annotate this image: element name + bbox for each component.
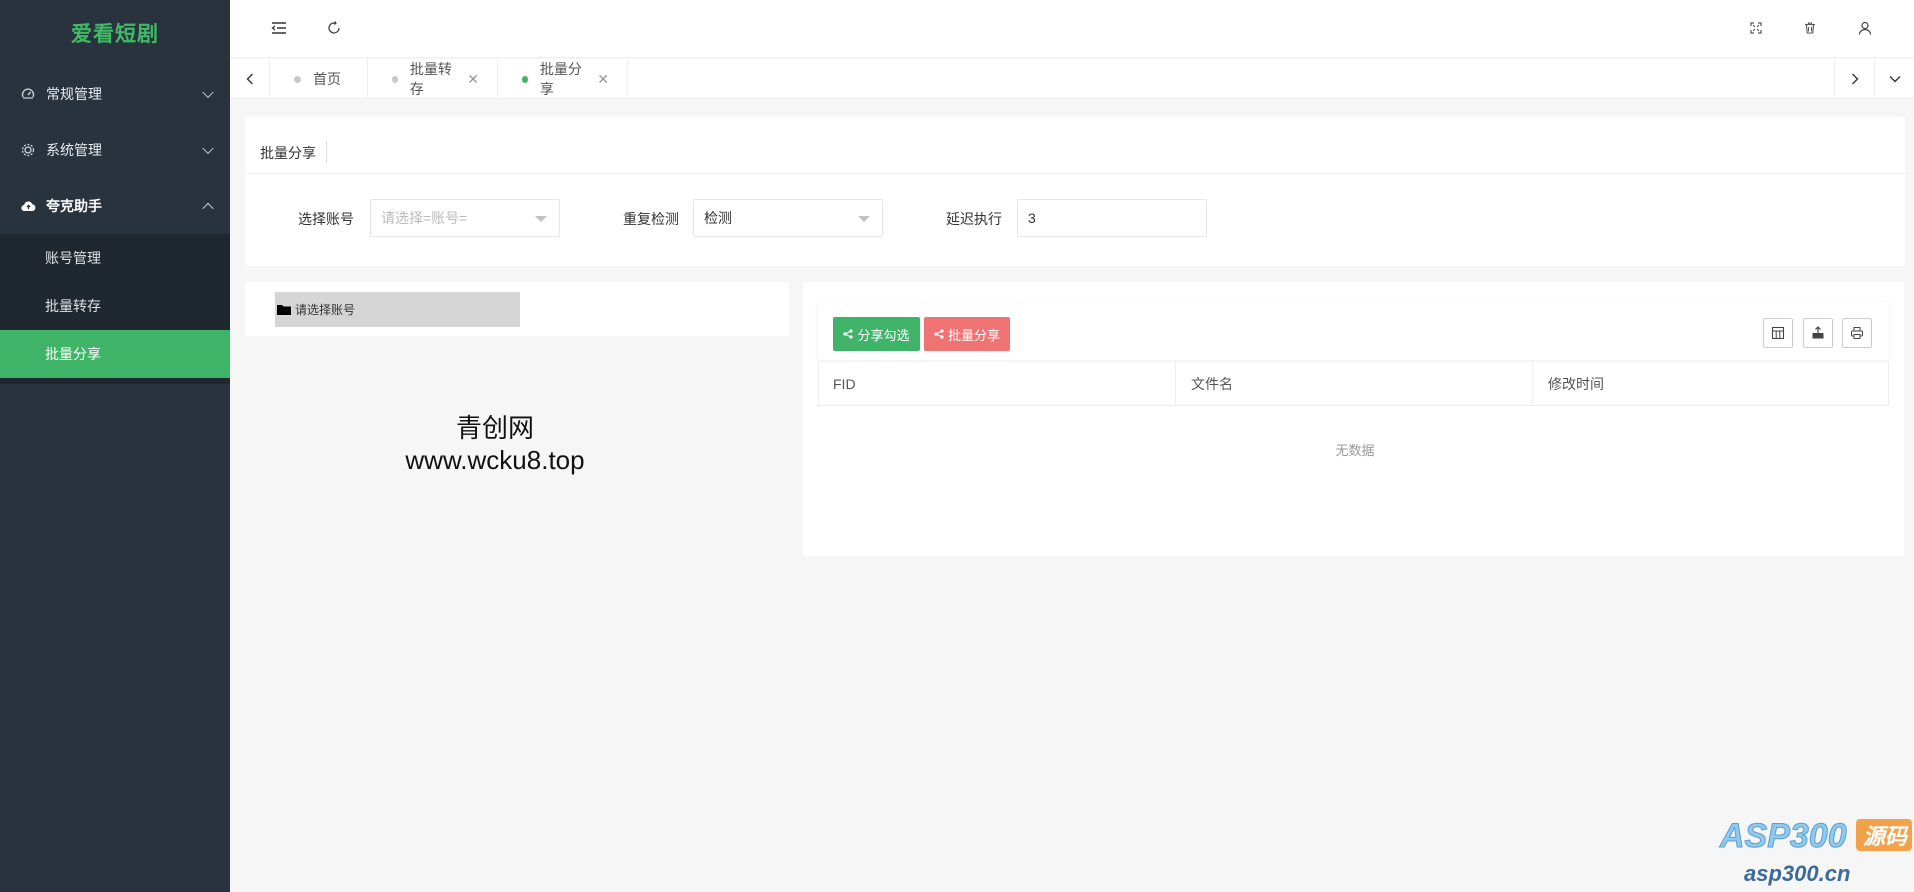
print-button[interactable] <box>1842 318 1872 348</box>
tree-node-label: 请选择账号 <box>295 303 356 317</box>
dup-check-label: 重复检测 <box>623 211 679 227</box>
top-header <box>230 0 1914 58</box>
column-header-fid[interactable]: FID <box>818 362 1176 406</box>
refresh-icon[interactable] <box>323 17 345 39</box>
export-icon <box>1812 326 1824 339</box>
page-title: 批量分享 <box>260 145 316 161</box>
sidebar-group-label: 系统管理 <box>46 142 102 158</box>
close-icon[interactable]: ✕ <box>597 71 609 88</box>
share-selected-label: 分享勾选 <box>857 327 910 343</box>
batch-share-button[interactable]: 批量分享 <box>924 317 1010 351</box>
sidebar-item-batch-share[interactable]: 批量分享 <box>0 330 230 378</box>
dup-check-value: 检测 <box>704 210 732 226</box>
form-card <box>245 117 1905 266</box>
cloud-icon <box>20 198 36 214</box>
fullscreen-icon[interactable] <box>1745 17 1767 39</box>
sidebar-group-system[interactable]: 系统管理 <box>0 122 230 178</box>
quark-submenu: 账号管理 批量转存 批量分享 <box>0 234 230 384</box>
title-divider <box>326 141 327 163</box>
sidebar-group-quark[interactable]: 夸克助手 <box>0 178 230 234</box>
tab-batch-transfer[interactable]: 批量转存 ✕ <box>368 59 498 99</box>
caret-down-icon <box>858 216 870 222</box>
tab-home[interactable]: 首页 <box>270 59 368 99</box>
logo-brand-text: ASP300 <box>1719 817 1847 855</box>
watermark-line2: www.wcku8.top <box>405 445 585 475</box>
print-icon <box>1851 327 1863 339</box>
sidebar-group-label: 常规管理 <box>46 86 102 102</box>
share-icon <box>934 329 944 339</box>
trash-icon[interactable] <box>1799 17 1821 39</box>
column-header-modified[interactable]: 修改时间 <box>1533 362 1889 406</box>
user-icon[interactable] <box>1854 17 1876 39</box>
batch-share-label: 批量分享 <box>947 327 1000 343</box>
more-vertical-icon[interactable] <box>1909 17 1914 39</box>
tab-bar: 首页 批量转存 ✕ 批量分享 ✕ <box>230 59 1914 99</box>
tab-label: 批量转存 <box>409 61 452 97</box>
sidebar-group-label: 夸克助手 <box>46 198 102 214</box>
columns-toggle-button[interactable] <box>1763 318 1793 348</box>
tab-dot <box>294 75 301 83</box>
delay-input[interactable]: 3 <box>1017 199 1207 237</box>
chevron-up-icon <box>202 202 214 215</box>
asp300-logo: ASP300 源码 asp300.cn <box>1718 815 1914 892</box>
menu-toggle-icon[interactable] <box>268 17 290 39</box>
logo-url-text: asp300.cn <box>1744 861 1850 886</box>
tab-dot <box>522 75 528 83</box>
dup-check-select[interactable]: 检测 <box>693 199 883 237</box>
account-select[interactable]: 请选择=账号= <box>370 199 560 237</box>
tab-label: 批量分享 <box>539 61 582 97</box>
tabs-scroll-left-icon[interactable] <box>230 59 270 99</box>
folder-icon <box>277 304 291 315</box>
logo-tag-text: 源码 <box>1863 825 1909 850</box>
share-icon <box>843 329 854 339</box>
export-button[interactable] <box>1803 318 1833 348</box>
chevron-down-icon <box>202 86 214 99</box>
delay-label: 延迟执行 <box>946 211 1002 227</box>
watermark-line1: 青创网 <box>455 413 534 443</box>
gear-icon <box>20 142 36 158</box>
tab-label: 首页 <box>313 71 341 87</box>
sidebar-group-general[interactable]: 常规管理 <box>0 66 230 122</box>
chevron-down-icon <box>202 142 214 155</box>
sidebar-item-accounts[interactable]: 账号管理 <box>0 234 230 282</box>
sidebar: 爱看短剧 常规管理 系统管理 夸克助手 账号管理 批量转存 批量分享 <box>0 0 230 892</box>
tabs-dropdown-icon[interactable] <box>1874 59 1914 99</box>
account-placeholder: 请选择=账号= <box>381 210 468 226</box>
column-header-filename[interactable]: 文件名 <box>1176 362 1533 406</box>
divider <box>245 173 1905 174</box>
caret-down-icon <box>535 216 547 222</box>
columns-icon <box>1771 326 1785 340</box>
share-selected-button[interactable]: 分享勾选 <box>833 317 920 351</box>
account-label: 选择账号 <box>298 211 354 227</box>
app-logo[interactable]: 爱看短剧 <box>0 0 230 66</box>
tree-node[interactable]: 请选择账号 <box>275 292 520 327</box>
tabs-scroll-right-icon[interactable] <box>1834 59 1874 99</box>
close-icon[interactable]: ✕ <box>467 71 479 88</box>
empty-state: 无数据 <box>1335 443 1375 458</box>
tab-batch-share[interactable]: 批量分享 ✕ <box>498 59 628 99</box>
tab-dot <box>392 75 398 83</box>
sidebar-item-batch-transfer[interactable]: 批量转存 <box>0 282 230 330</box>
dashboard-icon <box>20 86 36 102</box>
delay-value: 3 <box>1028 210 1036 226</box>
